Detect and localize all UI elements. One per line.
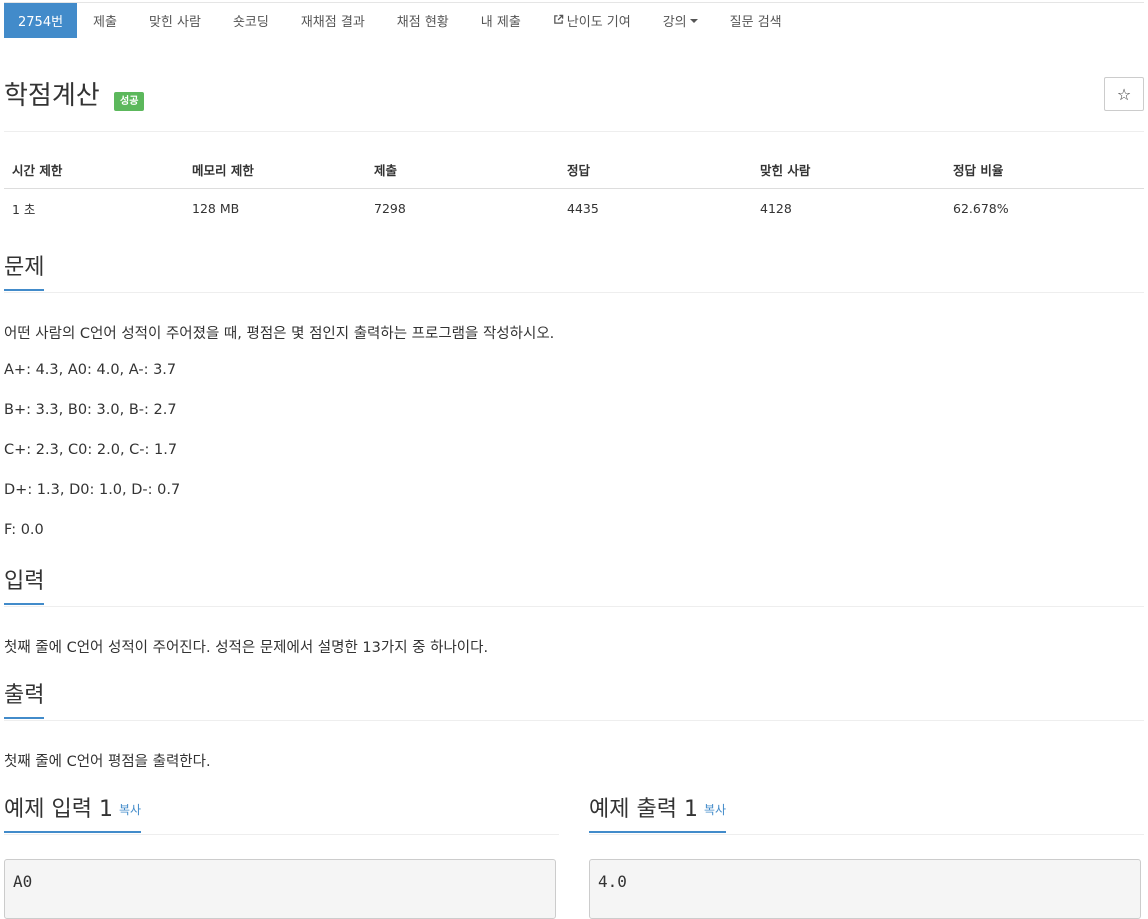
tab-difficulty-contribution-label: 난이도 기여 bbox=[566, 15, 631, 30]
tab-status-label: 채점 현황 bbox=[396, 15, 449, 30]
sample-input-heading: 예제 입력 1 복사 bbox=[4, 796, 142, 833]
value-submissions: 7298 bbox=[374, 201, 406, 216]
tab-difficulty-contribution[interactable]: 난이도 기여 bbox=[537, 3, 647, 38]
grade-line-a: A+: 4.3, A0: 4.0, A-: 3.7 bbox=[4, 362, 177, 378]
page-header: 학점계산 성공 ☆ bbox=[4, 77, 1144, 118]
table-row: 1 초 128 MB 7298 4435 4128 62.678% bbox=[4, 189, 1144, 227]
input-headline: 입력 bbox=[4, 568, 1144, 607]
tab-solved-users[interactable]: 맞힌 사람 bbox=[133, 3, 217, 38]
title-divider bbox=[4, 131, 1144, 132]
sample-output-title: 예제 출력 1 bbox=[589, 797, 698, 822]
output-text: 첫째 줄에 C언어 평점을 출력한다. bbox=[4, 754, 211, 770]
grade-line-c: C+: 2.3, C0: 2.0, C-: 1.7 bbox=[4, 442, 178, 458]
sample-input-title: 예제 입력 1 bbox=[4, 797, 113, 822]
sample-output-box[interactable]: 4.0 bbox=[589, 859, 1141, 919]
input-heading: 입력 bbox=[4, 568, 45, 605]
tab-solved-users-label: 맞힌 사람 bbox=[148, 15, 201, 30]
value-memory-limit: 128 MB bbox=[192, 201, 240, 216]
tab-question-search[interactable]: 질문 검색 bbox=[714, 3, 798, 38]
tab-rejudge-results[interactable]: 재채점 결과 bbox=[285, 3, 381, 38]
tab-short-coding[interactable]: 숏코딩 bbox=[217, 3, 285, 38]
problem-info-table: 시간 제한 메모리 제한 제출 정답 맞힌 사람 정답 비율 1 초 128 M… bbox=[4, 152, 1144, 226]
sample-output-heading: 예제 출력 1 복사 bbox=[589, 796, 727, 833]
tab-my-submissions-label: 내 제출 bbox=[480, 15, 521, 30]
tab-question-search-label: 질문 검색 bbox=[729, 15, 782, 30]
star-button[interactable]: ☆ bbox=[1104, 77, 1144, 111]
input-text: 첫째 줄에 C언어 성적이 주어진다. 성적은 문제에서 설명한 13가지 중 … bbox=[4, 640, 489, 656]
copy-sample-input-link[interactable]: 복사 bbox=[119, 803, 141, 817]
header-solved-users: 맞힌 사람 bbox=[752, 152, 945, 189]
external-link-icon bbox=[553, 14, 564, 28]
status-badge: 성공 bbox=[114, 92, 145, 111]
header-submissions: 제출 bbox=[366, 152, 559, 189]
description-text: 어떤 사람의 C언어 성적이 주어졌을 때, 평점은 몇 점인지 출력하는 프로… bbox=[4, 326, 555, 342]
value-solved-users: 4128 bbox=[760, 201, 792, 216]
tab-my-submissions[interactable]: 내 제출 bbox=[465, 3, 537, 38]
table-header-row: 시간 제한 메모리 제한 제출 정답 맞힌 사람 정답 비율 bbox=[4, 152, 1144, 189]
tab-rejudge-results-label: 재채점 결과 bbox=[300, 15, 365, 30]
description-headline: 문제 bbox=[4, 254, 1144, 293]
header-time-limit: 시간 제한 bbox=[4, 152, 184, 189]
value-accepted: 4435 bbox=[567, 201, 599, 216]
tab-lectures-label: 강의 bbox=[662, 15, 687, 30]
tab-problem[interactable]: 2754번 bbox=[4, 3, 78, 38]
caret-down-icon bbox=[689, 18, 698, 23]
tab-submit-label: 제출 bbox=[93, 15, 117, 30]
tab-status[interactable]: 채점 현황 bbox=[381, 3, 465, 38]
grade-line-f: F: 0.0 bbox=[4, 522, 44, 538]
output-heading: 출력 bbox=[4, 682, 45, 719]
tab-problem-label: 2754번 bbox=[18, 15, 64, 30]
sample-input-box[interactable]: A0 bbox=[4, 859, 556, 919]
problem-menu: 2754번 제출 맞힌 사람 숏코딩 재채점 결과 채점 현황 내 제출 난이도… bbox=[4, 2, 1144, 39]
grade-line-d: D+: 1.3, D0: 1.0, D-: 0.7 bbox=[4, 482, 181, 498]
value-time-limit: 1 초 bbox=[12, 202, 36, 217]
problem-title: 학점계산 bbox=[4, 81, 100, 111]
output-headline: 출력 bbox=[4, 682, 1144, 721]
grade-line-b: B+: 3.3, B0: 3.0, B-: 2.7 bbox=[4, 402, 177, 418]
copy-sample-output-link[interactable]: 복사 bbox=[704, 803, 726, 817]
sample-output-headline: 예제 출력 1 복사 bbox=[589, 796, 1144, 835]
description-heading: 문제 bbox=[4, 254, 45, 291]
sample-input-headline: 예제 입력 1 복사 bbox=[4, 796, 559, 835]
header-memory-limit: 메모리 제한 bbox=[184, 152, 366, 189]
header-accepted: 정답 bbox=[559, 152, 752, 189]
tab-short-coding-label: 숏코딩 bbox=[232, 15, 269, 30]
value-accept-ratio: 62.678% bbox=[953, 201, 1009, 216]
star-icon: ☆ bbox=[1116, 84, 1132, 104]
header-accept-ratio: 정답 비율 bbox=[945, 152, 1144, 189]
tab-submit[interactable]: 제출 bbox=[77, 3, 133, 38]
tab-lectures-dropdown[interactable]: 강의 bbox=[647, 3, 714, 38]
